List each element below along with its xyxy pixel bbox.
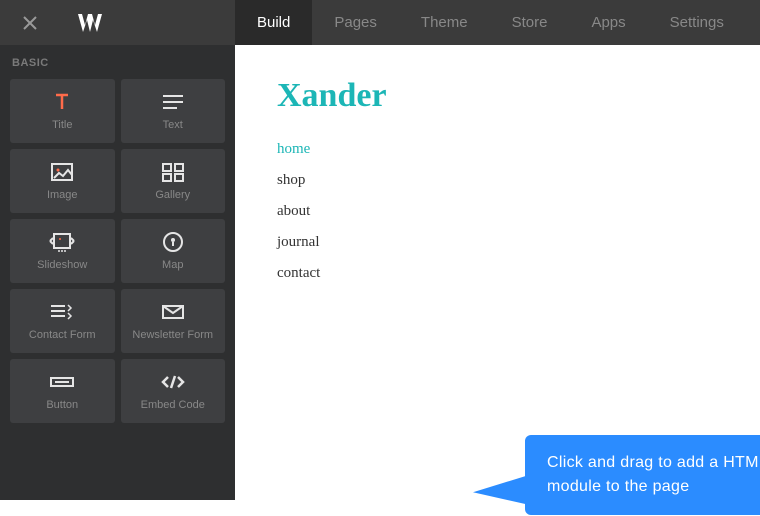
sidebar: BASIC Title Text Image Gallery Slideshow Map C… [0,45,235,500]
tab-settings[interactable]: Settings [648,0,746,45]
widget-gallery[interactable]: Gallery [121,149,226,213]
image-icon [50,159,74,185]
widget-newsletter[interactable]: Newsletter Form [121,289,226,353]
newsletter-icon [161,299,185,325]
contact-form-icon [49,299,75,325]
sidebar-section-label: BASIC [10,57,225,69]
map-icon [162,229,184,255]
site-nav: home shop about journal contact [277,141,760,282]
instruction-tooltip: Click and drag to add a HTML module to t… [525,435,760,515]
tab-store[interactable]: Store [490,0,570,45]
topbar: BuildPagesThemeStoreAppsSettings [0,0,760,45]
nav-item-journal[interactable]: journal [277,234,760,251]
slideshow-icon [48,229,76,255]
tab-build[interactable]: Build [235,0,312,45]
nav-item-home[interactable]: home [277,141,760,158]
widget-label: Slideshow [37,259,87,272]
widget-label: Title [52,119,72,132]
widget-embed-code[interactable]: Embed Code [121,359,226,423]
widget-title[interactable]: Title [10,79,115,143]
widget-slideshow[interactable]: Slideshow [10,219,115,283]
weebly-logo[interactable] [60,0,120,45]
tab-apps[interactable]: Apps [569,0,647,45]
widget-label: Newsletter Form [132,329,213,342]
text-icon [161,89,185,115]
widget-label: Text [163,119,183,132]
widget-label: Gallery [155,189,190,202]
site-canvas[interactable]: Xander home shop about journal contact Click… [235,45,760,500]
widget-image[interactable]: Image [10,149,115,213]
widget-label: Button [46,399,78,412]
tab-theme[interactable]: Theme [399,0,490,45]
widget-label: Image [47,189,78,202]
widget-label: Embed Code [141,399,205,412]
weebly-logo-icon [78,14,102,32]
nav-item-about[interactable]: about [277,203,760,220]
nav-tabs: BuildPagesThemeStoreAppsSettings [235,0,746,45]
nav-item-shop[interactable]: shop [277,172,760,189]
close-button[interactable] [0,0,60,45]
site-title[interactable]: Xander [277,77,760,115]
button-icon [49,369,75,395]
tab-pages[interactable]: Pages [312,0,399,45]
widget-button[interactable]: Button [10,359,115,423]
widget-grid: Title Text Image Gallery Slideshow Map Contact… [10,79,225,423]
title-icon [51,89,73,115]
widget-label: Map [162,259,183,272]
widget-label: Contact Form [29,329,96,342]
widget-text[interactable]: Text [121,79,226,143]
widget-contact-form[interactable]: Contact Form [10,289,115,353]
embed-code-icon [160,369,186,395]
gallery-icon [161,159,185,185]
nav-item-contact[interactable]: contact [277,265,760,282]
widget-map[interactable]: Map [121,219,226,283]
close-icon [22,15,38,31]
tooltip-text: Click and drag to add a HTML module to t… [547,454,760,495]
